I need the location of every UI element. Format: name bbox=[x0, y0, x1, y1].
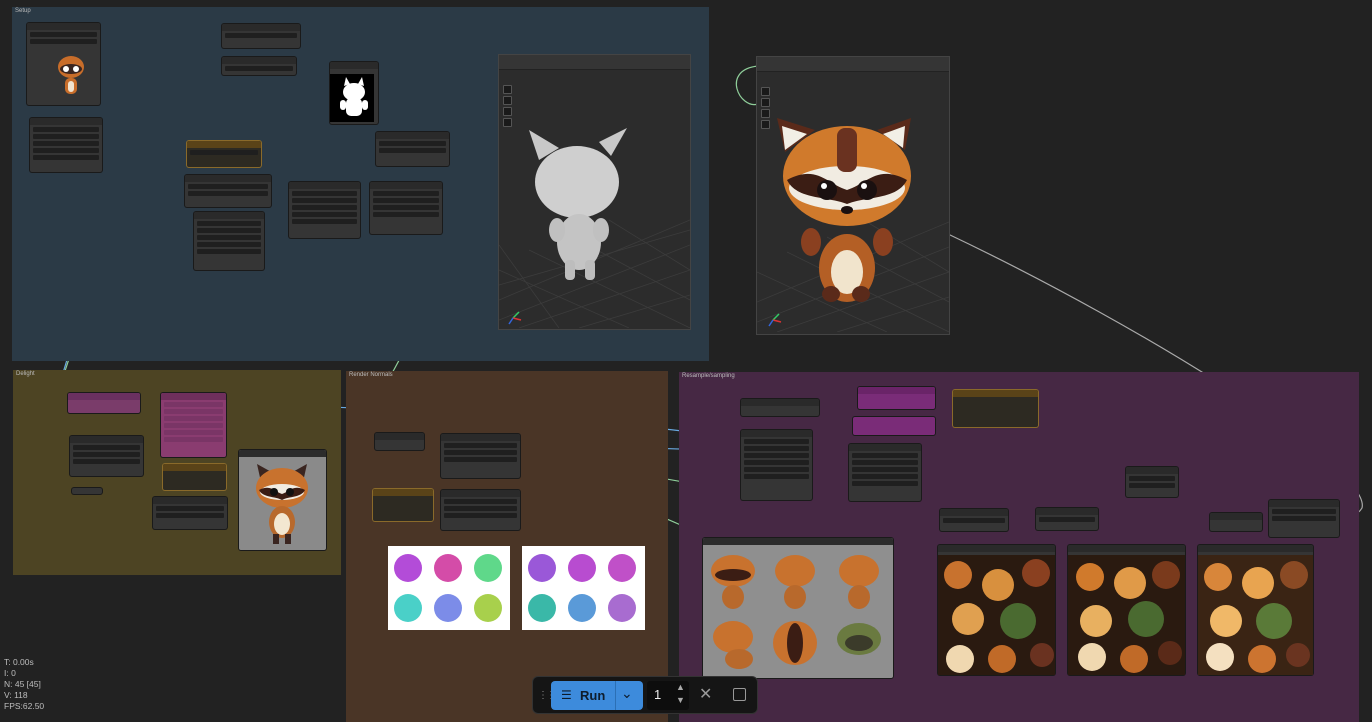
resample-sampler-node[interactable] bbox=[849, 444, 921, 501]
chevron-down-icon[interactable]: ⌄ bbox=[621, 685, 633, 702]
mesh-viewer-untextured[interactable] bbox=[498, 54, 691, 330]
load-image-node[interactable] bbox=[27, 23, 100, 105]
textured-raccoon-preview bbox=[757, 118, 949, 332]
group-render-normals-title: Render Normals bbox=[349, 372, 393, 378]
run-toolbar: ⋮⋮ ☰ Run ⌄ 1 ▲ ▼ ✕ bbox=[532, 676, 758, 714]
raccoon-thumbnail bbox=[58, 56, 84, 94]
decrement-icon[interactable]: ▼ bbox=[676, 695, 685, 705]
node-graph-canvas[interactable]: Setup Delight Render Normals Resample/sa… bbox=[0, 0, 1372, 722]
delit-raccoon-image bbox=[256, 464, 308, 544]
group-setup-title: Setup bbox=[15, 8, 31, 14]
resample-bake-node[interactable] bbox=[1036, 508, 1098, 530]
normal-map-grid-2 bbox=[522, 546, 645, 630]
delight-note-node[interactable] bbox=[163, 464, 226, 490]
stat-i: I: 0 bbox=[4, 668, 16, 678]
queue-count-input[interactable]: 1 ▲ ▼ bbox=[647, 681, 689, 710]
node-f[interactable] bbox=[289, 182, 360, 238]
texture-image-1 bbox=[938, 555, 1055, 675]
normals-image-a bbox=[394, 554, 502, 622]
multiview-raccoon-grid bbox=[711, 555, 881, 669]
increment-icon[interactable]: ▲ bbox=[676, 682, 685, 692]
stat-vertices: V: 118 bbox=[4, 690, 28, 700]
normals-image-b bbox=[528, 554, 636, 622]
mask-preview-node[interactable] bbox=[330, 62, 378, 124]
texture-preview-node-3[interactable] bbox=[1198, 545, 1313, 675]
node-e[interactable] bbox=[194, 212, 264, 270]
node-c[interactable] bbox=[187, 141, 261, 167]
render-camera-node[interactable] bbox=[375, 433, 424, 450]
resample-input-node[interactable] bbox=[741, 399, 819, 416]
render-output-node[interactable] bbox=[441, 490, 520, 530]
delight-sampler-node[interactable] bbox=[70, 436, 143, 476]
resample-prompt-node-1[interactable] bbox=[858, 387, 935, 409]
resample-inpaint-node[interactable] bbox=[1126, 467, 1178, 497]
mask-thumbnail bbox=[330, 74, 374, 122]
render-note-node[interactable] bbox=[373, 489, 433, 521]
queue-icon: ☰ bbox=[561, 688, 572, 702]
resample-note-node[interactable] bbox=[953, 390, 1038, 427]
stat-time: T: 0.00s bbox=[4, 657, 34, 667]
delight-prompt-node[interactable] bbox=[68, 393, 140, 413]
delight-preview-node[interactable] bbox=[239, 450, 326, 550]
node-preprocess[interactable] bbox=[30, 118, 102, 172]
resample-main-node[interactable] bbox=[741, 430, 812, 500]
node-g[interactable] bbox=[376, 132, 449, 166]
resample-small-node[interactable] bbox=[1210, 513, 1262, 531]
run-button-label: Run bbox=[580, 688, 606, 703]
grey-mesh-preview bbox=[499, 128, 690, 328]
multiview-preview-node[interactable] bbox=[703, 538, 893, 678]
group-resample-title: Resample/sampling bbox=[682, 373, 735, 379]
close-icon[interactable]: ✕ bbox=[699, 684, 712, 704]
delight-small-node[interactable] bbox=[72, 488, 102, 494]
render-normals-node[interactable] bbox=[441, 434, 520, 478]
resample-decode-node[interactable] bbox=[940, 509, 1008, 531]
node-d[interactable] bbox=[185, 175, 271, 207]
texture-image-2 bbox=[1068, 555, 1185, 675]
queue-count-value: 1 bbox=[654, 687, 662, 702]
texture-image-3 bbox=[1198, 555, 1313, 675]
texture-preview-node-2[interactable] bbox=[1068, 545, 1185, 675]
resample-prompt-node-2[interactable] bbox=[853, 417, 935, 435]
stat-fps: FPS:62.50 bbox=[4, 701, 45, 711]
run-button[interactable]: ☰ Run ⌄ bbox=[551, 681, 643, 710]
perf-stats: T: 0.00s I: 0 N: 45 [45] V: 118 FPS:62.5… bbox=[4, 657, 44, 712]
stop-icon[interactable] bbox=[733, 688, 746, 701]
node-a[interactable] bbox=[222, 24, 300, 48]
texture-preview-node-1[interactable] bbox=[938, 545, 1055, 675]
mesh-viewer-textured[interactable] bbox=[756, 56, 950, 335]
node-h[interactable] bbox=[370, 182, 442, 234]
group-delight-title: Delight bbox=[16, 371, 35, 377]
normal-map-grid-1 bbox=[388, 546, 510, 630]
stat-nodes: N: 45 [45] bbox=[4, 679, 41, 689]
resample-output-node[interactable] bbox=[1269, 500, 1339, 537]
node-b[interactable] bbox=[222, 57, 296, 75]
delight-decode-node[interactable] bbox=[153, 497, 227, 529]
delight-text-node[interactable] bbox=[161, 393, 226, 457]
